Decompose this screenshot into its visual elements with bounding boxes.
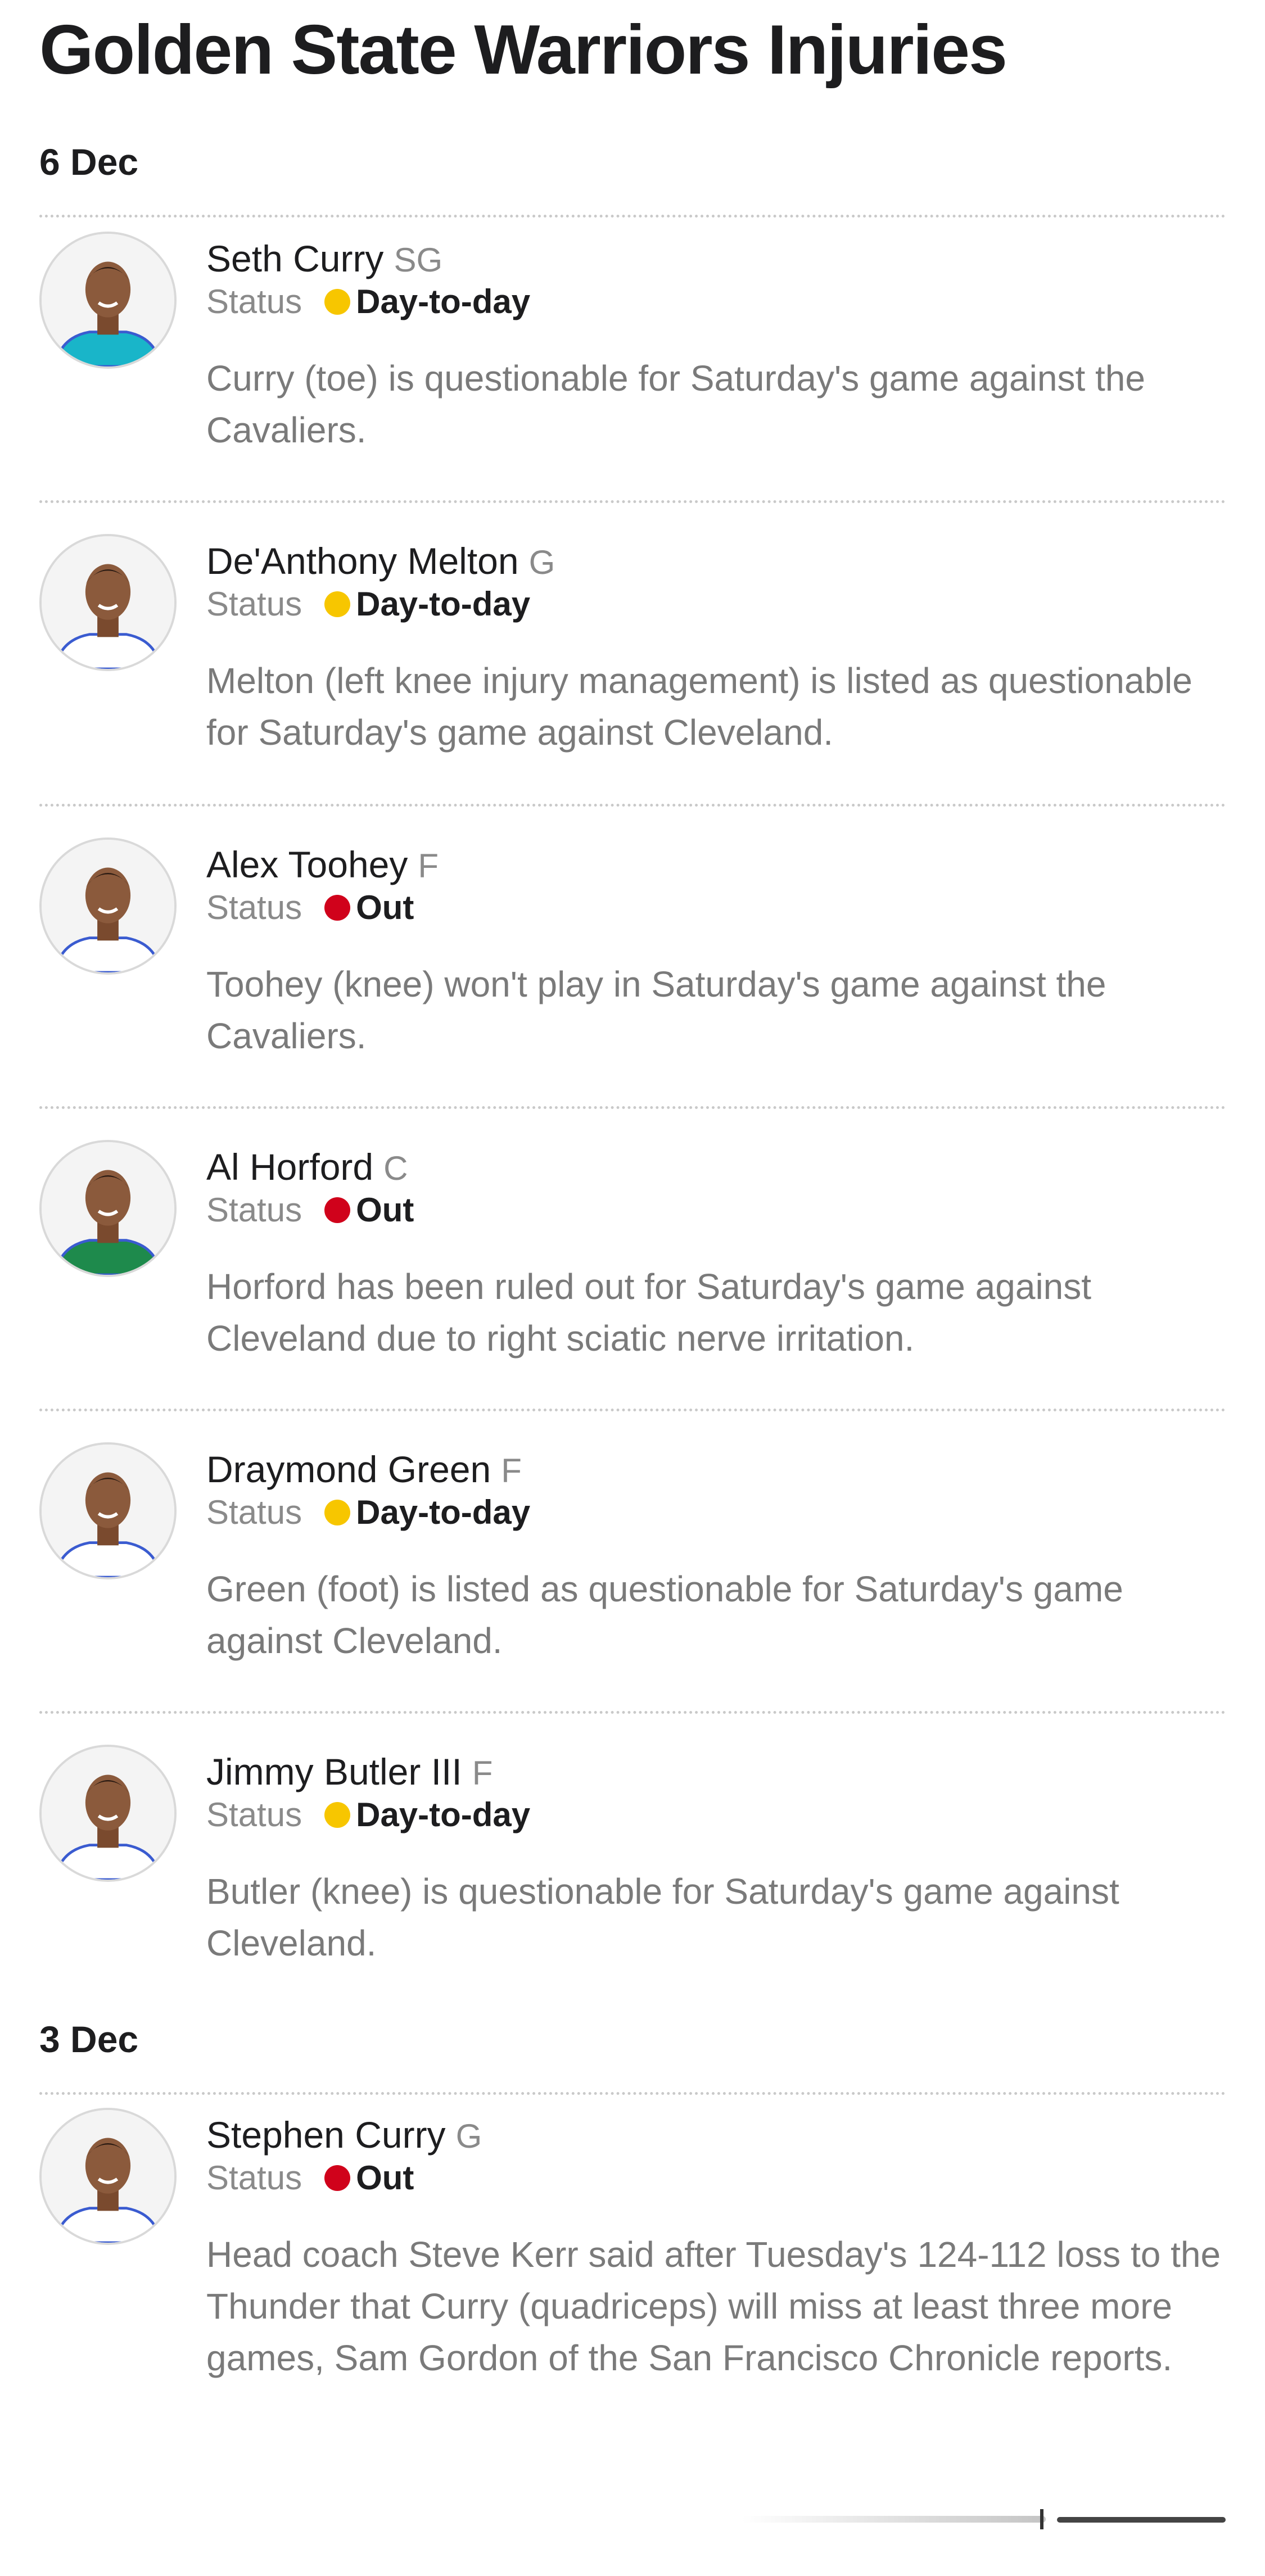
- player-avatar: [39, 232, 177, 369]
- player-avatar: [39, 1745, 177, 1882]
- player-position: G: [455, 2117, 482, 2155]
- status-line: Status Out: [206, 2158, 414, 2197]
- player-name-line: De'Anthony Melton G: [206, 540, 555, 582]
- player-position: C: [383, 1149, 408, 1187]
- divider: [39, 500, 1226, 503]
- player-name-line: Seth Curry SG: [206, 237, 442, 280]
- divider: [39, 1711, 1226, 1714]
- player-headshot: [42, 536, 174, 669]
- status-value: Out: [356, 889, 414, 926]
- status-dot-icon: [324, 894, 351, 921]
- player-headshot: [42, 234, 174, 366]
- player-position: G: [528, 544, 555, 581]
- player-name: Stephen Curry: [206, 2114, 446, 2156]
- player-avatar: [39, 837, 177, 975]
- status-value: Day-to-day: [356, 585, 531, 623]
- divider: [39, 1409, 1226, 1411]
- injury-note: Butler (knee) is questionable for Saturd…: [206, 1871, 1119, 1963]
- player-avatar: [39, 2108, 177, 2245]
- status-line: Status Day-to-day: [206, 1493, 530, 1532]
- status-label: Status: [206, 283, 302, 320]
- injury-note: Curry (toe) is questionable for Saturday…: [206, 358, 1145, 450]
- status-value: Day-to-day: [356, 283, 531, 320]
- status-line: Status Day-to-day: [206, 1795, 530, 1834]
- injury-page: Golden State Warriors Injuries 6 Dec Set…: [0, 0, 1265, 2576]
- injury-note: Toohey (knee) won't play in Saturday's g…: [206, 964, 1106, 1056]
- injury-note: Green (foot) is listed as questionable f…: [206, 1569, 1123, 1661]
- date-header: 6 Dec: [39, 141, 139, 183]
- player-avatar: [39, 1140, 177, 1277]
- player-name-line: Al Horford C: [206, 1146, 408, 1188]
- divider: [39, 804, 1226, 807]
- divider: [39, 1106, 1226, 1109]
- scroll-indicator[interactable]: [742, 2508, 1226, 2530]
- player-name: Al Horford: [206, 1146, 374, 1188]
- status-value: Out: [356, 1191, 414, 1229]
- status-line: Status Out: [206, 1190, 414, 1229]
- status-dot-icon: [324, 1197, 351, 1223]
- status-label: Status: [206, 1796, 302, 1833]
- status-dot-icon: [324, 1499, 351, 1525]
- divider: [39, 2092, 1226, 2095]
- date-header: 3 Dec: [39, 2018, 139, 2060]
- player-name-line: Stephen Curry G: [206, 2113, 482, 2156]
- divider: [39, 215, 1226, 218]
- player-name-line: Draymond Green F: [206, 1448, 522, 1491]
- player-position: F: [501, 1452, 522, 1490]
- status-label: Status: [206, 889, 302, 926]
- status-label: Status: [206, 1493, 302, 1531]
- status-dot-icon: [324, 288, 351, 315]
- player-headshot: [42, 1142, 174, 1275]
- player-headshot: [42, 2110, 174, 2243]
- player-position: F: [418, 847, 439, 885]
- status-label: Status: [206, 2159, 302, 2197]
- status-label: Status: [206, 585, 302, 623]
- player-name-line: Alex Toohey F: [206, 843, 439, 886]
- status-value: Out: [356, 2159, 414, 2197]
- status-label: Status: [206, 1191, 302, 1229]
- status-value: Day-to-day: [356, 1493, 531, 1531]
- status-line: Status Day-to-day: [206, 282, 530, 321]
- status-line: Status Day-to-day: [206, 585, 530, 623]
- player-avatar: [39, 534, 177, 671]
- player-name: De'Anthony Melton: [206, 540, 519, 582]
- player-position: SG: [394, 241, 443, 279]
- player-headshot: [42, 840, 174, 972]
- injury-note: Melton (left knee injury management) is …: [206, 660, 1192, 753]
- page-title: Golden State Warriors Injuries: [39, 11, 1008, 89]
- player-avatar: [39, 1442, 177, 1579]
- player-name: Seth Curry: [206, 238, 384, 279]
- status-dot-icon: [324, 1801, 351, 1828]
- status-dot-icon: [324, 2165, 351, 2191]
- status-value: Day-to-day: [356, 1796, 531, 1833]
- player-name-line: Jimmy Butler III F: [206, 1750, 493, 1793]
- player-headshot: [42, 1445, 174, 1577]
- player-position: F: [472, 1754, 493, 1792]
- player-name: Alex Toohey: [206, 844, 408, 885]
- player-name: Jimmy Butler III: [206, 1751, 462, 1792]
- injury-note: Head coach Steve Kerr said after Tuesday…: [206, 2234, 1221, 2378]
- injury-note: Horford has been ruled out for Saturday'…: [206, 1266, 1092, 1359]
- player-name: Draymond Green: [206, 1448, 491, 1490]
- player-headshot: [42, 1747, 174, 1880]
- status-dot-icon: [324, 591, 351, 617]
- status-line: Status Out: [206, 888, 414, 927]
